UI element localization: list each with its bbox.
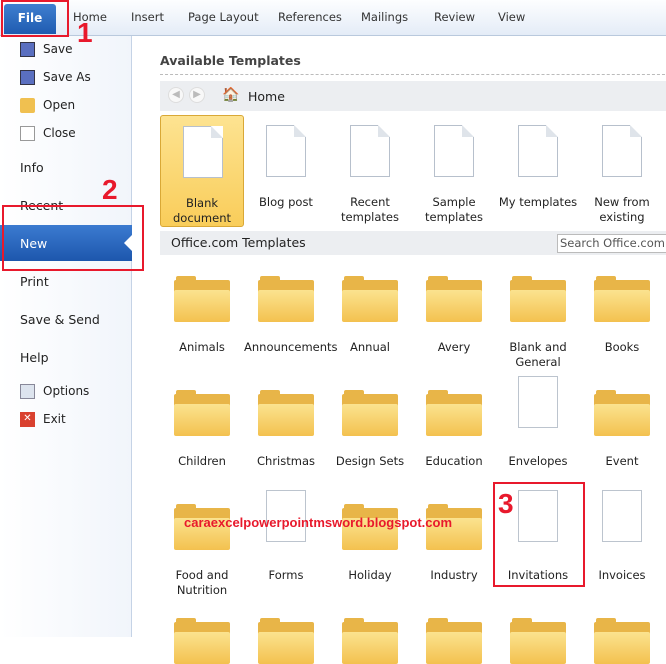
category-christmas[interactable]: Christmas	[244, 390, 328, 469]
breadcrumb[interactable]: Home	[248, 89, 285, 104]
new-document-panel: Available Templates ◀ ▶ 🏠 Home Blank doc…	[133, 36, 666, 664]
folder-icon	[258, 276, 314, 322]
annotation-1: 1	[77, 17, 93, 48]
annotation-box-file	[1, 0, 69, 37]
annotation-2: 2	[102, 174, 118, 205]
office-templates-title: Office.com Templates	[171, 235, 306, 250]
ribbon: File Home Insert Page Layout References …	[0, 0, 666, 36]
sidebar-item-save-send[interactable]: Save & Send	[20, 312, 100, 327]
folder-icon	[594, 390, 650, 436]
category-event[interactable]: Event	[580, 390, 664, 469]
folder-icon	[594, 276, 650, 322]
template-nav-bar: ◀ ▶ 🏠 Home	[160, 81, 666, 111]
category-animals[interactable]: Animals	[160, 276, 244, 355]
folder-icon[interactable]	[580, 618, 664, 664]
category-invoices[interactable]: Invoices	[580, 490, 664, 583]
folder-icon	[426, 276, 482, 322]
folder-icon[interactable]	[412, 618, 496, 664]
folder-icon	[174, 390, 230, 436]
tab-insert[interactable]: Insert	[131, 10, 164, 24]
home-icon[interactable]: 🏠	[222, 87, 239, 103]
watermark: caraexcelpowerpointmsword.blogspot.com	[184, 515, 452, 530]
options-icon	[20, 384, 35, 399]
category-avery[interactable]: Avery	[412, 276, 496, 355]
my-templates-icon	[496, 115, 580, 187]
folder-icon[interactable]	[328, 618, 412, 664]
document-icon	[510, 376, 566, 436]
save-as-icon	[20, 70, 35, 85]
annotation-box-new	[2, 205, 144, 271]
template-my-templates[interactable]: My templates	[496, 115, 580, 227]
template-blog-post[interactable]: Blog post	[244, 115, 328, 227]
blog-post-icon	[244, 115, 328, 187]
divider	[160, 74, 666, 75]
tab-mailings[interactable]: Mailings	[361, 10, 408, 24]
save-icon	[20, 42, 35, 57]
document-icon	[594, 490, 650, 550]
office-templates-bar: Office.com Templates Search Office.com f…	[160, 231, 666, 255]
folder-icon[interactable]	[160, 618, 244, 664]
tab-references[interactable]: References	[278, 10, 342, 24]
template-sample-templates[interactable]: Sample templates	[412, 115, 496, 227]
back-button[interactable]: ◀	[168, 87, 184, 103]
recent-templates-icon	[328, 115, 412, 187]
category-announcements[interactable]: Announcements	[244, 276, 338, 355]
folder-icon	[342, 390, 398, 436]
folder-icon[interactable]	[496, 618, 580, 664]
tab-view[interactable]: View	[498, 10, 525, 24]
sidebar-item-print[interactable]: Print	[20, 274, 49, 289]
category-books[interactable]: Books	[580, 276, 664, 355]
category-children[interactable]: Children	[160, 390, 244, 469]
annotation-3: 3	[498, 488, 514, 519]
template-recent-templates[interactable]: Recent templates	[328, 115, 412, 227]
forward-button[interactable]: ▶	[189, 87, 205, 103]
category-annual[interactable]: Annual	[328, 276, 412, 355]
template-blank-document[interactable]: Blank document	[160, 115, 244, 227]
template-new-from-existing[interactable]: New from existing	[580, 115, 664, 227]
sidebar-item-info[interactable]: Info	[20, 160, 44, 175]
folder-icon	[258, 390, 314, 436]
sample-templates-icon	[412, 115, 496, 187]
tab-page-layout[interactable]: Page Layout	[188, 10, 259, 24]
backstage-sidebar: Save Save As Open Close Info Recent New …	[0, 36, 132, 637]
new-from-existing-icon	[580, 115, 664, 187]
close-icon	[20, 126, 35, 141]
blank-document-icon	[161, 116, 243, 188]
category-blank-and-general[interactable]: Blank and General	[496, 276, 580, 370]
folder-icon	[510, 276, 566, 322]
category-education[interactable]: Education	[412, 390, 496, 469]
search-office-input[interactable]: Search Office.com for templates	[557, 234, 666, 253]
category-envelopes[interactable]: Envelopes	[496, 376, 580, 469]
sidebar-item-help[interactable]: Help	[20, 350, 49, 365]
page-title: Available Templates	[160, 53, 301, 68]
tab-review[interactable]: Review	[434, 10, 475, 24]
open-folder-icon	[20, 98, 35, 113]
category-design-sets[interactable]: Design Sets	[328, 390, 412, 469]
folder-icon	[342, 276, 398, 322]
exit-icon: ✕	[20, 412, 35, 427]
folder-icon	[174, 276, 230, 322]
folder-icon	[426, 390, 482, 436]
folder-icon[interactable]	[244, 618, 328, 664]
